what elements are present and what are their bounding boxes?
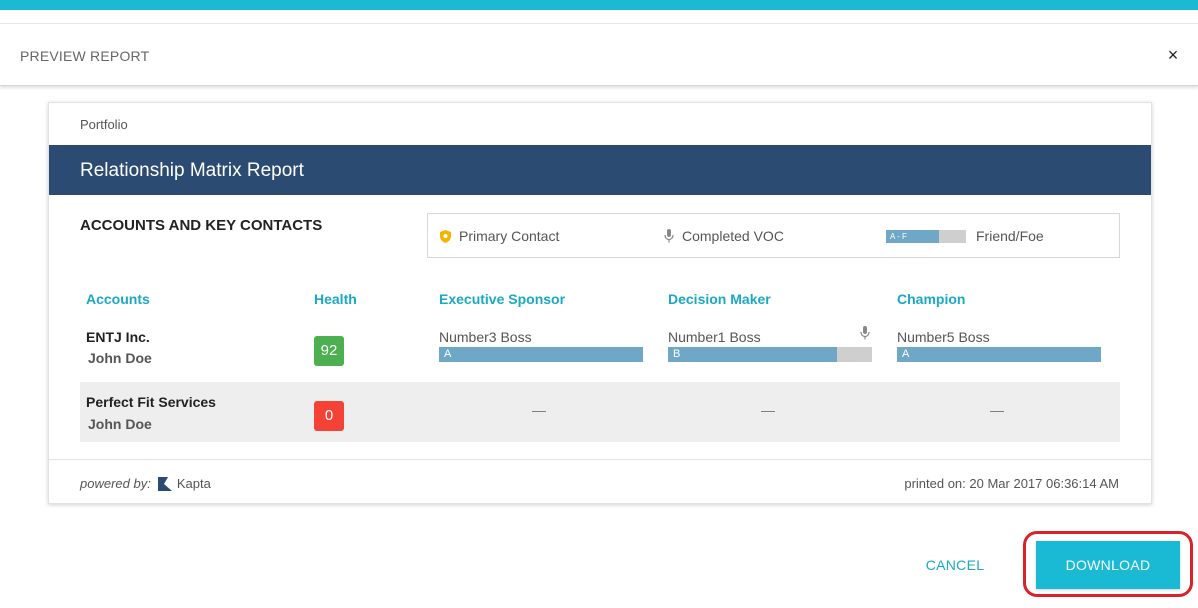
friend-foe-fill: A <box>439 347 643 362</box>
cancel-button[interactable]: CANCEL <box>910 548 1000 582</box>
friend-foe-bar: B <box>668 347 872 362</box>
health-badge: 0 <box>314 401 344 431</box>
download-button[interactable]: DOWNLOAD <box>1036 541 1180 589</box>
empty-executive-sponsor: — <box>532 402 546 418</box>
empty-decision-maker: — <box>761 402 775 418</box>
account-name: ENTJ Inc. <box>86 329 150 345</box>
report-banner: Relationship Matrix Report <box>49 145 1151 195</box>
kapta-brand: Kapta <box>176 476 211 491</box>
friend-foe-fill: B <box>668 347 838 362</box>
section-title: ACCOUNTS AND KEY CONTACTS <box>80 217 323 234</box>
dialog-header: PREVIEW REPORT × <box>0 23 1198 86</box>
microphone-icon <box>860 326 870 340</box>
account-contact: John Doe <box>88 416 152 432</box>
column-header-executive-sponsor: Executive Sponsor <box>439 291 566 307</box>
contact-name: Number3 Boss <box>439 329 532 345</box>
legend-friend-foe-range: A - F <box>886 229 939 243</box>
account-contact: John Doe <box>88 350 152 366</box>
legend-friend-foe-bar: A - F <box>886 229 966 243</box>
contact-name: Number5 Boss <box>897 329 990 345</box>
account-name: Perfect Fit Services <box>86 394 216 410</box>
report-preview-card: Portfolio Relationship Matrix Report ACC… <box>48 102 1152 504</box>
dialog-title: PREVIEW REPORT <box>20 48 150 64</box>
friend-foe-bar: A <box>439 347 643 362</box>
legend-primary-contact: Primary Contact <box>440 228 559 244</box>
legend-voc-label: Completed VOC <box>682 228 784 244</box>
table-row: Perfect Fit Services John Doe 0 — — — <box>80 382 1120 442</box>
column-header-accounts: Accounts <box>86 291 150 307</box>
breadcrumb: Portfolio <box>80 117 128 132</box>
report-footer: powered by: Kapta printed on: 20 Mar 201… <box>49 459 1151 504</box>
legend-primary-label: Primary Contact <box>459 228 560 244</box>
decision-maker-cell: Number1 Boss B <box>668 326 872 362</box>
friend-foe-fill: A <box>897 347 1101 362</box>
shield-icon <box>440 229 451 243</box>
champion-cell: Number5 Boss A <box>897 329 1101 362</box>
executive-sponsor-cell: Number3 Boss A <box>439 329 643 362</box>
report-title: Relationship Matrix Report <box>80 160 304 181</box>
kapta-logo-icon <box>157 476 172 491</box>
microphone-icon <box>664 229 674 243</box>
friend-foe-bar: A <box>897 347 1101 362</box>
top-accent-bar <box>0 0 1198 10</box>
printed-timestamp: printed on: 20 Mar 2017 06:36:14 AM <box>904 476 1119 491</box>
health-badge: 92 <box>314 336 344 366</box>
powered-by: powered by: Kapta <box>80 476 211 491</box>
column-header-champion: Champion <box>897 291 966 307</box>
contact-name: Number1 Boss <box>668 329 761 345</box>
legend-friend-foe: A - F Friend/Foe <box>886 228 1044 244</box>
powered-by-label: powered by: <box>80 476 151 491</box>
table-row: ENTJ Inc. John Doe 92 Number3 Boss A Num… <box>80 321 1120 381</box>
legend-friend-foe-label: Friend/Foe <box>976 228 1044 244</box>
legend-completed-voc: Completed VOC <box>664 228 784 244</box>
empty-champion: — <box>990 402 1004 418</box>
close-icon[interactable]: × <box>1164 44 1182 66</box>
column-header-health: Health <box>314 291 357 307</box>
column-header-decision-maker: Decision Maker <box>668 291 771 307</box>
legend: Primary Contact Completed VOC A - F Frie… <box>427 213 1120 258</box>
